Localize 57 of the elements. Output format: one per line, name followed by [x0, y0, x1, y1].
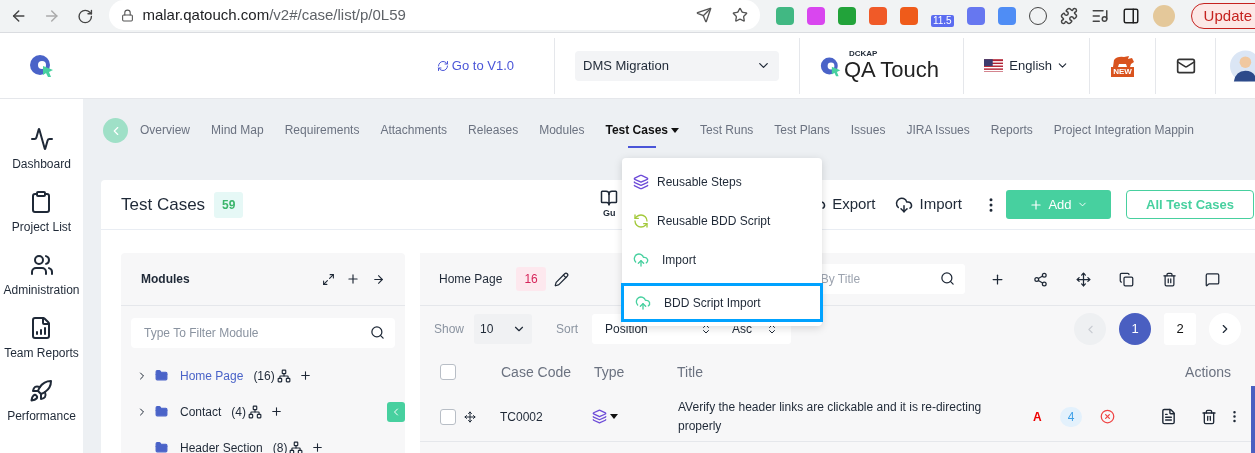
show-label: Show	[434, 321, 465, 338]
brand-tagline: DCKAP	[849, 49, 879, 58]
nav-tab[interactable]: Reports	[990, 121, 1033, 148]
version-link[interactable]: Go to V1.0	[436, 55, 514, 76]
address-bar[interactable]: malar.qatouch.com/v2#/case/list/p/0L59	[109, 0, 760, 30]
sidebar-item[interactable]: Project List	[11, 190, 72, 236]
column-header: Case Code	[501, 362, 573, 382]
sidebar-item[interactable]: Administration	[3, 253, 80, 299]
count-text: (16)	[253, 367, 275, 385]
toolbar-button[interactable]: Gu	[600, 188, 619, 221]
tree-item[interactable]: Header Section	[180, 438, 263, 453]
sidebar-item[interactable]: Dashboard	[12, 127, 71, 173]
page-button[interactable]: 2	[1164, 313, 1196, 345]
count-badge: 16	[516, 267, 546, 291]
nav-tab[interactable]: Test Cases	[605, 121, 679, 148]
url-text: malar.qatouch.com/v2#/case/list/p/0L59	[142, 4, 406, 25]
column-header: Title	[677, 362, 703, 382]
nav-tab[interactable]: Overview	[140, 121, 190, 148]
filter-field[interactable]: Type To Filter Module	[131, 318, 395, 348]
module-title: Home Page	[439, 271, 503, 288]
brand-name: QA Touch	[844, 58, 939, 82]
new-badge[interactable]: NEW	[1111, 66, 1134, 77]
nav-tab[interactable]: JIRA Issues	[906, 121, 970, 148]
update-button[interactable]: Update	[1190, 3, 1255, 29]
priority-label: A	[1033, 408, 1042, 426]
nav-tab[interactable]: Releases	[468, 121, 519, 148]
toolbar-button[interactable]: Import	[895, 193, 962, 216]
nav-tab[interactable]: Test Runs	[700, 121, 754, 148]
steps-count: 4	[1059, 406, 1083, 427]
nav-tab[interactable]: Modules	[539, 121, 585, 148]
count-text: (4)	[231, 403, 247, 421]
nav-tab[interactable]: Mind Map	[211, 121, 264, 148]
project-select[interactable]: DMS Migration	[575, 50, 779, 81]
menu-item[interactable]: Reusable BDD Script	[622, 201, 822, 240]
page-title: Test Cases	[121, 193, 206, 216]
nav-tab[interactable]: Project Integration Mappin	[1053, 121, 1194, 148]
panel-title: Modules	[141, 271, 190, 288]
tree-item[interactable]: Home Page	[180, 366, 244, 385]
menu-item[interactable]: Reusable Steps	[622, 162, 822, 201]
tree-item[interactable]: Contact	[180, 402, 222, 421]
nav-tab[interactable]: Test Plans	[774, 121, 830, 148]
nav-tab[interactable]: Issues	[850, 121, 886, 148]
sidebar-item[interactable]: Performance	[7, 379, 76, 425]
show-select[interactable]: 10	[474, 314, 533, 344]
count-badge: 59	[214, 191, 244, 218]
menu-item[interactable]: BDD Script Import	[621, 283, 823, 322]
nav-tab[interactable]: Attachments	[380, 121, 448, 148]
case-code: TC0002	[500, 408, 544, 426]
sidebar-item[interactable]: Team Reports	[4, 316, 79, 362]
sort-label: Sort	[556, 321, 579, 338]
extension-badge[interactable]: 11.5	[930, 15, 954, 27]
nav-tab[interactable]: Requirements	[284, 121, 360, 148]
column-header: Type	[594, 362, 626, 382]
page-button[interactable]: 1	[1119, 313, 1151, 345]
language-select[interactable]: English	[1009, 55, 1069, 76]
column-header: Actions	[1185, 362, 1231, 382]
case-title: AVerify the header links are clickable and it is re-directing properly	[678, 398, 983, 435]
